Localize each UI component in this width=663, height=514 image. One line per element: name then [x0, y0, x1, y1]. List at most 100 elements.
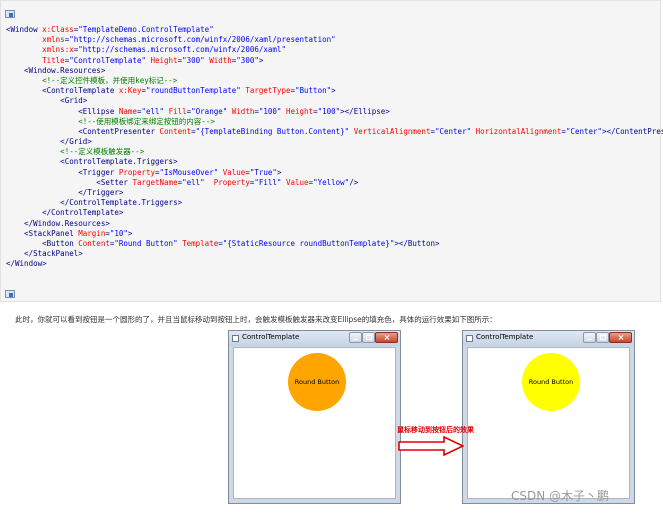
round-button[interactable]: Round Button: [522, 353, 580, 411]
code-token: />: [349, 177, 359, 187]
code-line: </Grid>: [6, 137, 663, 147]
code-token: Width: [231, 106, 255, 116]
code-token: <Grid>: [6, 96, 88, 106]
code-token: "{TemplateBinding Button.Content}": [195, 126, 354, 136]
code-token: "ell": [182, 177, 214, 187]
code-token: Property: [118, 167, 156, 177]
code-line: <ControlTemplate.Triggers>: [6, 157, 663, 167]
code-line: <Ellipse Name="ell" Fill="Orange" Width=…: [6, 107, 663, 117]
code-token: </Trigger>: [6, 188, 124, 197]
code-token: "IsMouseOver": [159, 167, 223, 177]
close-icon[interactable]: [609, 332, 632, 343]
code-token: </ControlTemplate>: [6, 208, 124, 218]
right-arrow-icon: [398, 436, 464, 456]
code-token: "roundButtonTemplate": [145, 86, 246, 96]
code-token: TargetType: [245, 86, 291, 96]
code-line: <StackPanel Margin="10">: [6, 229, 663, 239]
code-line: </Window.Resources>: [6, 219, 663, 229]
window-before-hover: ControlTemplate Round Button: [228, 330, 401, 504]
code-token: <!--使用模板绑定来绑定按钮的内容-->: [6, 116, 215, 126]
code-line: </StackPanel>: [6, 249, 663, 259]
code-token: x:Class: [42, 25, 74, 34]
minimize-icon[interactable]: [583, 332, 596, 343]
description-text: 此时，你就可以看到按钮是一个圆形的了，并且当鼠标移动到按钮上时，会触发模板触发器…: [15, 315, 497, 324]
code-block: <Window x:Class="TemplateDemo.ControlTem…: [0, 0, 663, 302]
code-token: Content: [78, 238, 110, 248]
code-line: </ControlTemplate>: [6, 208, 663, 218]
round-button[interactable]: Round Button: [288, 353, 346, 411]
code-line: xmlns="http://schemas.microsoft.com/winf…: [6, 35, 663, 45]
code-token: ></Ellipse>: [340, 106, 390, 116]
code-token: ></ContentPresenter>: [602, 126, 663, 136]
code-token: <StackPanel: [6, 228, 79, 238]
code-token: <ControlTemplate.Triggers>: [6, 157, 178, 167]
code-token: TargetName: [132, 177, 178, 187]
code-line: <ControlTemplate x:Key="roundButtonTempl…: [6, 86, 663, 96]
code-token: Template: [182, 238, 219, 248]
code-token: >: [127, 228, 133, 238]
code-token: "TemplateDemo.ControlTemplate": [78, 25, 214, 34]
code-line: <ContentPresenter Content="{TemplateBind…: [6, 127, 663, 137]
title-bar: ControlTemplate: [463, 331, 634, 346]
code-line: <!--使用模板绑定来绑定按钮的内容-->: [6, 117, 663, 127]
window-client-area: Round Button: [233, 347, 396, 499]
code-line: </Window>: [6, 259, 663, 269]
code-token: "Fill": [254, 177, 286, 187]
code-token: >: [331, 86, 336, 96]
code-token: "Yellow": [313, 177, 350, 187]
code-token: <Trigger: [6, 167, 119, 177]
code-token: </Window>: [6, 259, 47, 269]
window-app-icon: [466, 335, 473, 342]
code-token: <Window: [6, 25, 43, 34]
code-line: <!--定义模板触发器-->: [6, 147, 663, 157]
minimize-icon[interactable]: [349, 332, 362, 343]
close-icon[interactable]: [375, 332, 398, 343]
code-line: <Setter TargetName="ell" Property="Fill"…: [6, 178, 663, 188]
code-token: x:Key: [118, 86, 142, 96]
code-token: Title: [42, 55, 65, 65]
code-token: "http://schemas.microsoft.com/winfx/2006…: [78, 45, 286, 55]
code-line: <Grid>: [6, 96, 663, 106]
code-token: VerticalAlignment: [353, 126, 431, 136]
code-token: >: [258, 55, 264, 65]
code-line: xmlns:x="http://schemas.microsoft.com/wi…: [6, 45, 663, 55]
code-token: xmlns: [42, 35, 65, 45]
code-token: xmlns:x: [42, 45, 74, 55]
code-token: </ControlTemplate.Triggers>: [6, 198, 183, 208]
code-token: Margin: [78, 228, 106, 238]
copy-code-icon[interactable]: [5, 290, 15, 298]
code-token: </Window.Resources>: [6, 218, 110, 228]
code-token: Fill: [168, 106, 187, 116]
window-client-area: Round Button: [467, 347, 630, 499]
code-token: "100": [317, 106, 341, 116]
code-line: <Window.Resources>: [6, 66, 663, 76]
code-token: "{StaticResource roundButtonTemplate}": [222, 238, 395, 248]
code-token: <Window.Resources>: [6, 65, 106, 75]
code-token: Height: [150, 55, 178, 65]
code-token: <Button: [6, 238, 79, 248]
code-token: <ContentPresenter: [6, 126, 160, 136]
code-token: "True": [249, 167, 277, 177]
maximize-icon[interactable]: [362, 332, 375, 343]
code-token: <Setter: [6, 177, 133, 187]
code-token: "10": [109, 228, 128, 238]
code-token: Property: [213, 177, 250, 187]
window-title: ControlTemplate: [476, 333, 534, 341]
code-token: Value: [222, 167, 246, 177]
code-token: "ControlTemplate": [69, 55, 151, 65]
code-line: Title="ControlTemplate" Height="300" Wid…: [6, 56, 663, 66]
maximize-icon[interactable]: [596, 332, 609, 343]
code-line: <Button Content="Round Button" Template=…: [6, 239, 663, 249]
code-token: Value: [285, 177, 309, 187]
watermark: CSDN @木子丶鹏: [511, 489, 610, 503]
copy-code-icon[interactable]: [5, 10, 15, 18]
code-token: "ell": [141, 106, 169, 116]
code-line: <Trigger Property="IsMouseOver" Value="T…: [6, 168, 663, 178]
code-token: "Round Button": [114, 238, 183, 248]
code-token: "Button": [295, 86, 332, 96]
code-token: </StackPanel>: [6, 249, 83, 259]
code-token: "http://schemas.microsoft.com/winfx/2006…: [69, 35, 336, 45]
